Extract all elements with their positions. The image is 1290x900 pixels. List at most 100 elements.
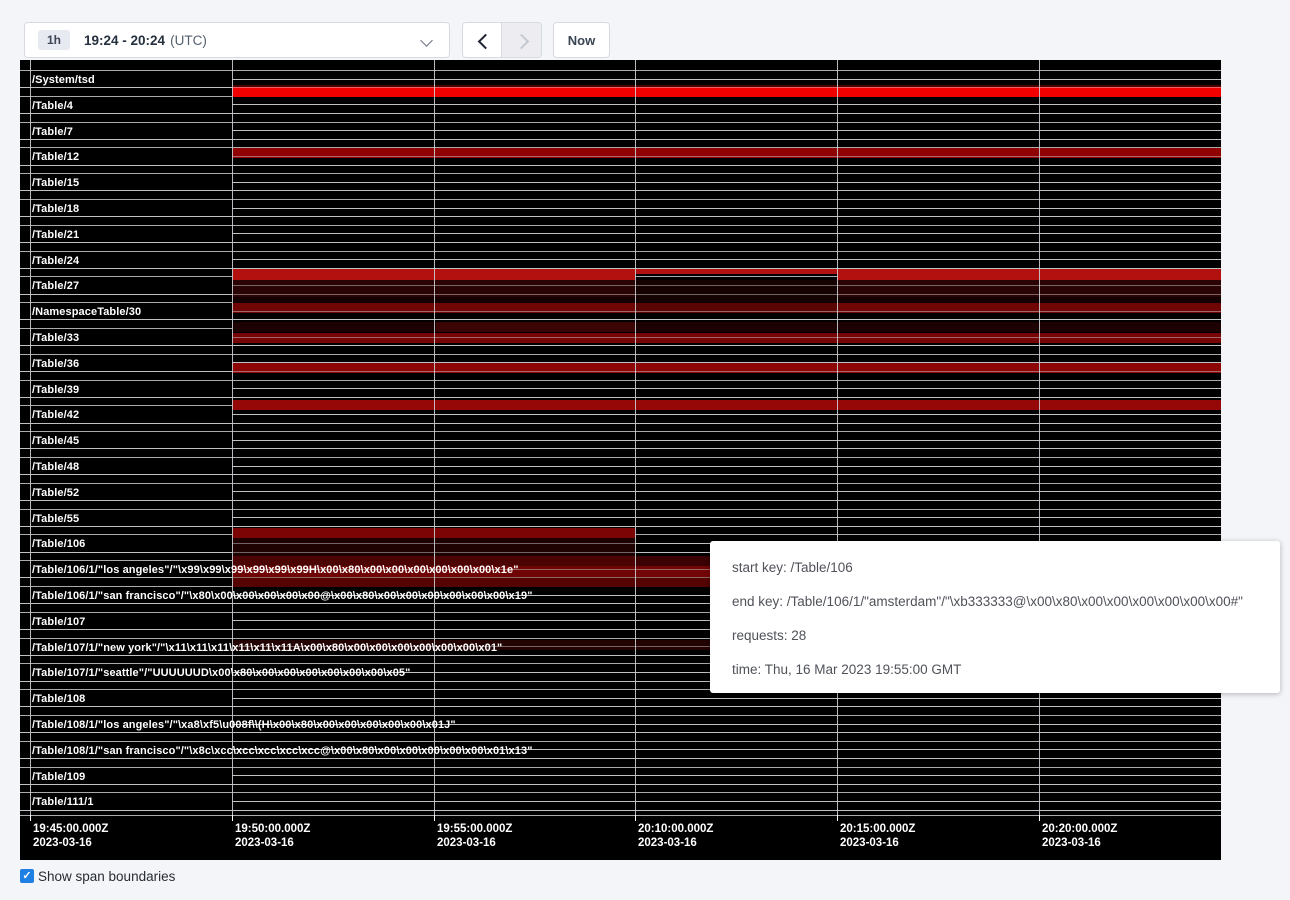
span-boundary-line: [20, 225, 1221, 226]
row-label: /Table/108/1/"los angeles"/"\xa8\xf5\u00…: [32, 719, 456, 731]
hot-span-cell: [635, 269, 837, 274]
span-boundary-line: [20, 815, 1221, 816]
span-boundary-line: [20, 251, 1221, 252]
row-label: /Table/33: [32, 332, 79, 344]
span-boundary-line: [20, 810, 1221, 811]
row-label: /Table/48: [32, 461, 79, 473]
span-boundary-line: [20, 509, 1221, 510]
span-boundary-line: [20, 354, 1221, 355]
span-boundary-line: [20, 526, 1221, 527]
axis-date-label: 2023-03-16: [840, 836, 899, 850]
show-span-boundaries-label[interactable]: Show span boundaries: [38, 869, 175, 884]
axis-tick: [1039, 815, 1040, 821]
span-boundary-line: [20, 371, 1221, 372]
span-boundary-line: [232, 801, 1221, 802]
span-boundary-line: [20, 268, 1221, 269]
span-boundary-line: [232, 388, 1221, 389]
row-label: /Table/12: [32, 151, 79, 163]
span-boundary-line: [20, 448, 1221, 449]
axis-tick: [30, 815, 31, 821]
row-label: /Table/7: [32, 126, 73, 138]
span-boundary-line: [20, 122, 1221, 123]
span-boundary-line: [20, 139, 1221, 140]
row-label: /Table/21: [32, 229, 79, 241]
span-boundary-line: [20, 380, 1221, 381]
span-boundary-line: [232, 698, 1221, 699]
span-boundary-line: [232, 491, 1221, 492]
span-boundary-line: [20, 173, 1221, 174]
row-label: /Table/107/1/"new york"/"\x11\x11\x11\x1…: [32, 642, 502, 654]
span-boundary-line: [20, 457, 1221, 458]
span-boundary-line: [20, 199, 1221, 200]
span-boundary-line: [20, 732, 1221, 733]
span-boundary-line: [20, 423, 1221, 424]
span-boundary-line: [232, 104, 1221, 105]
time-gridline: [434, 60, 435, 815]
row-label: /Table/52: [32, 487, 79, 499]
chevron-left-icon: [478, 34, 494, 50]
next-time-button[interactable]: [502, 22, 542, 58]
span-boundary-line: [20, 70, 1221, 71]
time-range-dropdown[interactable]: 1h 19:24 - 20:24 (UTC): [24, 22, 450, 58]
span-boundary-line: [20, 431, 1221, 432]
span-boundary-line: [20, 319, 1221, 320]
span-boundary-line: [232, 182, 1221, 183]
span-boundary-line: [20, 216, 1221, 217]
hot-span-cell: [837, 269, 1221, 280]
axis-time-label: 19:45:00.000Z: [33, 822, 108, 836]
key-visualizer-heatmap[interactable]: /System/tsd/Table/4/Table/7/Table/12/Tab…: [20, 60, 1221, 860]
row-label: /Table/24: [32, 255, 79, 267]
span-boundary-line: [20, 294, 1221, 295]
chevron-down-icon: [420, 34, 433, 47]
time-pager: [462, 22, 542, 58]
span-boundary-line: [232, 79, 1221, 80]
axis-tick: [635, 815, 636, 821]
span-boundary-line: [20, 706, 1221, 707]
span-boundary-line: [232, 775, 1221, 776]
axis-tick: [837, 815, 838, 821]
span-boundary-line: [20, 500, 1221, 501]
span-boundary-line: [20, 767, 1221, 768]
timezone-label: (UTC): [170, 33, 207, 48]
row-label: /Table/42: [32, 409, 79, 421]
row-label: /Table/4: [32, 100, 73, 112]
row-label: /Table/106: [32, 538, 85, 550]
time-gridline: [1039, 60, 1040, 815]
span-boundary-line: [232, 362, 1221, 363]
axis-date-label: 2023-03-16: [1042, 836, 1101, 850]
row-label: /Table/107/1/"seattle"/"UUUUUUD\x00\x80\…: [32, 667, 410, 679]
hot-span-cell: [232, 400, 1221, 410]
time-gridline: [232, 60, 233, 815]
span-boundary-line: [232, 233, 1221, 234]
now-button[interactable]: Now: [553, 22, 610, 58]
axis-date-label: 2023-03-16: [638, 836, 697, 850]
prev-time-button[interactable]: [462, 22, 502, 58]
time-gridline: [30, 60, 31, 815]
show-span-boundaries-checkbox[interactable]: ✓: [20, 869, 34, 883]
span-boundary-line: [20, 483, 1221, 484]
hot-span-cell: [635, 322, 1221, 332]
span-boundary-line: [20, 113, 1221, 114]
row-label: /NamespaceTable/30: [32, 306, 141, 318]
row-label: /Table/45: [32, 435, 79, 447]
row-label: /Table/111/1: [32, 796, 94, 808]
axis-time-label: 20:10:00.000Z: [638, 822, 713, 836]
row-label: /Table/108/1/"san francisco"/"\x8c\xcc\x…: [32, 745, 533, 757]
row-label: /Table/109: [32, 771, 85, 783]
tooltip-start-key: start key: /Table/106: [732, 558, 1280, 578]
show-span-boundaries-row: ✓ Show span boundaries: [20, 867, 175, 885]
span-boundary-line: [20, 345, 1221, 346]
span-boundary-line: [232, 156, 1221, 157]
tooltip-time: time: Thu, 16 Mar 2023 19:55:00 GMT: [732, 660, 1280, 680]
span-boundary-line: [20, 87, 1221, 88]
row-label: /Table/18: [32, 203, 79, 215]
time-gridline: [837, 60, 838, 815]
span-boundary-line: [232, 414, 1221, 415]
chevron-right-icon: [514, 34, 530, 50]
time-range-label: 19:24 - 20:24: [84, 33, 165, 48]
key-visualizer-page: 1h 19:24 - 20:24 (UTC) Now /System/tsd/T…: [0, 0, 1290, 900]
row-label: /Table/106/1/"los angeles"/"\x99\x99\x99…: [32, 564, 519, 576]
axis-date-label: 2023-03-16: [235, 836, 294, 850]
tooltip-end-key: end key: /Table/106/1/"amsterdam"/"\xb33…: [732, 592, 1280, 612]
row-label: /Table/107: [32, 616, 85, 628]
